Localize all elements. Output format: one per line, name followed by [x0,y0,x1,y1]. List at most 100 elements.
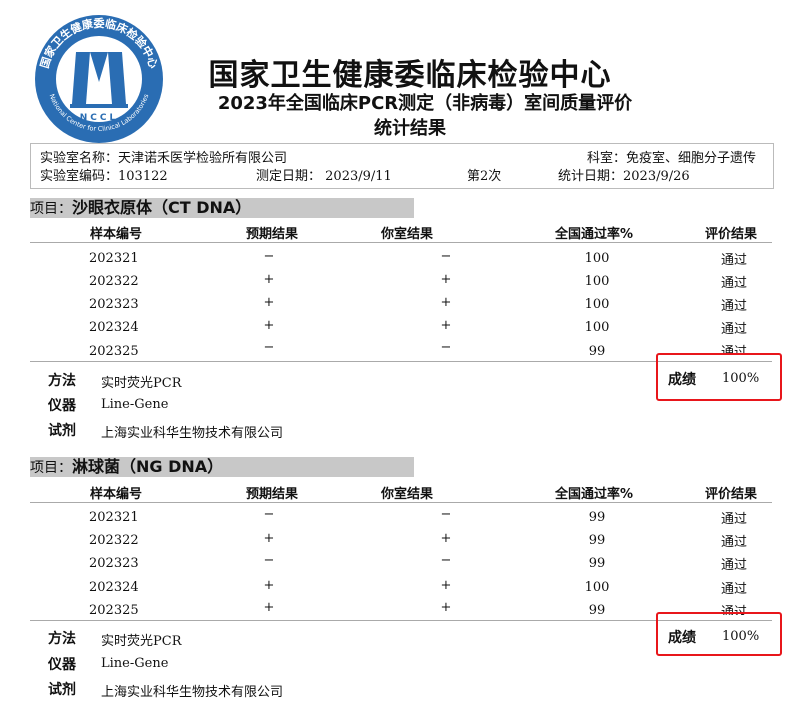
col-pass-rate: 全国通过率% [555,227,634,242]
cell-pass-rate: 99 [588,556,606,571]
cell-expected: − [263,249,275,264]
report-title: 国家卫生健康委临床检验中心 [208,58,612,93]
lab-name-row: 实验室名称：天津诺禾医学检验所有限公司 [40,147,287,166]
cell-evaluation: 通过 [721,582,748,597]
score-label: 成绩 [668,372,696,388]
cell-sample: 202323 [89,297,139,312]
test-date: 2023/9/11 [325,169,392,184]
score-value: 100% [722,371,760,386]
dept-label: 科室： [587,151,627,166]
cell-yours: − [440,507,452,522]
section-title: 淋球菌（NG DNA） [72,457,224,476]
cell-evaluation: 通过 [721,512,748,527]
cell-evaluation: 通过 [721,253,748,268]
cell-sample: 202321 [89,251,139,266]
col-sample: 样本编号 [90,487,143,502]
reagent-value: 上海实业科华生物技术有限公司 [101,685,284,700]
cell-yours: − [440,249,452,264]
report-subtitle: 2023年全国临床PCR测定（非病毒）室间质量评价 [217,93,633,114]
section-header-ng: 项目：淋球菌（NG DNA） [30,457,414,477]
cell-sample: 202322 [89,274,139,289]
cell-expected: + [263,531,275,546]
cell-yours: + [440,531,452,546]
section-prefix: 项目： [30,460,72,476]
col-expected: 预期结果 [246,227,299,242]
col-sample: 样本编号 [90,227,143,242]
lab-name-label: 实验室名称： [40,151,119,166]
report-subtitle-2: 统计结果 [374,118,446,139]
cell-expected: + [263,272,275,287]
cell-sample: 202325 [89,344,139,359]
cell-yours: + [440,600,452,615]
cell-evaluation: 通过 [721,299,748,314]
col-pass-rate: 全国通过率% [555,487,634,502]
method-label: 方法 [48,373,76,389]
cell-evaluation: 通过 [721,535,748,550]
cell-sample: 202322 [89,533,139,548]
cell-sample: 202325 [89,603,139,618]
col-yours: 你室结果 [381,487,434,502]
section-header-ct: 项目：沙眼衣原体（CT DNA） [30,198,414,218]
lab-code: 103122 [118,169,168,184]
section-prefix: 项目： [30,201,72,217]
col-expected: 预期结果 [246,487,299,502]
instrument-label: 仪器 [48,657,76,673]
dept-row: 科室：免疫室、细胞分子遗传 [587,147,756,166]
cell-pass-rate: 100 [584,251,610,266]
score-label: 成绩 [668,630,696,646]
logo-center-text: NCCL [80,113,118,123]
cell-pass-rate: 100 [584,274,610,289]
dept: 免疫室、细胞分子遗传 [626,151,757,166]
cell-yours: − [440,553,452,568]
table-header-rule [30,242,772,243]
cell-pass-rate: 99 [588,344,606,359]
method-value: 实时荧光PCR [101,634,182,649]
reagent-label: 试剂 [48,423,76,439]
stat-date-row: 统计日期：2023/9/26 [558,165,690,184]
cell-pass-rate: 99 [588,510,606,525]
test-date-label: 测定日期： [256,169,322,184]
cell-expected: − [263,507,275,522]
cell-evaluation: 通过 [721,322,748,337]
round: 第2次 [467,169,502,184]
cell-expected: + [263,600,275,615]
cell-expected: + [263,578,275,593]
cell-pass-rate: 99 [588,603,606,618]
cell-pass-rate: 100 [584,320,610,335]
method-label: 方法 [48,631,76,647]
instrument-value: Line-Gene [101,656,169,671]
lab-code-label: 实验室编码： [40,169,119,184]
cell-expected: + [263,318,275,333]
test-date-row: 测定日期： 2023/9/11 [256,165,392,184]
cell-expected: + [263,295,275,310]
cell-sample: 202324 [89,580,139,595]
section-title: 沙眼衣原体（CT DNA） [72,198,252,217]
cell-expected: − [263,340,275,355]
cell-sample: 202324 [89,320,139,335]
cell-yours: + [440,272,452,287]
reagent-label: 试剂 [48,682,76,698]
cell-evaluation: 通过 [721,276,748,291]
stat-date-label: 统计日期： [558,169,624,184]
method-value: 实时荧光PCR [101,376,182,391]
reagent-value: 上海实业科华生物技术有限公司 [101,426,284,441]
cell-evaluation: 通过 [721,558,748,573]
cell-pass-rate: 100 [584,580,610,595]
cell-pass-rate: 99 [588,533,606,548]
cell-pass-rate: 100 [584,297,610,312]
table-header-rule [30,502,772,503]
lab-name: 天津诺禾医学检验所有限公司 [118,151,288,166]
cell-yours: + [440,318,452,333]
col-evaluation: 评价结果 [705,227,758,242]
col-evaluation: 评价结果 [705,487,758,502]
cell-sample: 202323 [89,556,139,571]
score-value: 100% [722,629,760,644]
nccl-logo: NCCL 国家卫生健康委临床检验中心 National Center for C… [32,12,166,146]
cell-sample: 202321 [89,510,139,525]
stat-date: 2023/9/26 [623,169,690,184]
cell-yours: + [440,578,452,593]
instrument-value: Line-Gene [101,397,169,412]
cell-yours: − [440,340,452,355]
lab-code-row: 实验室编码：103122 [40,165,168,184]
cell-yours: + [440,295,452,310]
